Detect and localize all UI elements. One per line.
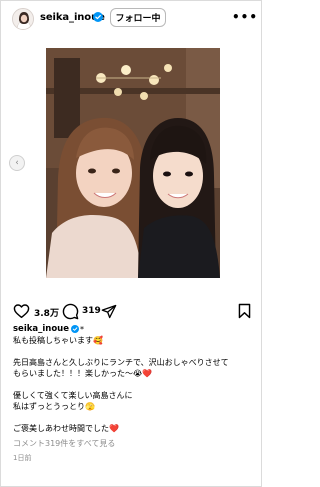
- caption-username[interactable]: seika_inoue: [13, 324, 69, 335]
- like-count[interactable]: 3.8万: [34, 306, 59, 319]
- caption-line: 先日高島さんと久しぶりにランチで、沢山おしゃべりさせて: [13, 358, 229, 367]
- post-header: seika_inoue フォロー中 •••: [1, 1, 261, 35]
- following-button[interactable]: フォロー中: [110, 8, 166, 27]
- previous-image-button[interactable]: ‹: [9, 155, 25, 171]
- post-caption: seika_inoue * 私も投稿しちゃいます🥰 先日高島さんと久しぶりにラン…: [13, 323, 253, 434]
- caption-star: *: [80, 324, 84, 334]
- instagram-post: seika_inoue フォロー中 ••• ‹ 3.8万 319 seika_i…: [0, 0, 262, 487]
- post-actions: 3.8万 319: [1, 301, 261, 323]
- verified-badge-icon: [71, 325, 79, 333]
- view-all-comments-link[interactable]: コメント319件をすべて見る: [13, 438, 115, 449]
- comment-icon[interactable]: [62, 303, 79, 320]
- caption-line: 私も投稿しちゃいます🥰: [13, 336, 103, 345]
- caption-header: seika_inoue *: [13, 323, 253, 335]
- verified-badge-icon: [93, 12, 103, 22]
- post-timestamp[interactable]: 1日前: [13, 453, 31, 463]
- caption-line: 優しくて強くて楽しい高島さんに: [13, 391, 133, 400]
- avatar[interactable]: [12, 8, 34, 30]
- comment-count[interactable]: 319: [82, 306, 101, 316]
- share-icon[interactable]: [101, 304, 117, 319]
- caption-line: 私はずっとうっとり🫣: [13, 402, 95, 411]
- post-photo[interactable]: [46, 48, 220, 278]
- caption-line: もらいました！！！楽しかった〜😭❤️: [13, 369, 153, 378]
- more-options-icon[interactable]: •••: [232, 9, 257, 25]
- bookmark-icon[interactable]: [238, 303, 251, 319]
- post-media: ‹: [1, 35, 261, 291]
- caption-line: ご褒美しあわせ時間でした❤️: [13, 424, 119, 433]
- heart-icon[interactable]: [13, 303, 30, 319]
